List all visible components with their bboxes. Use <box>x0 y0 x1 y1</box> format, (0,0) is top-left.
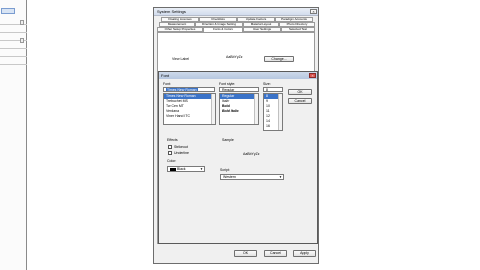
script-label: Script: <box>220 168 230 172</box>
dialog-title: System Settings <box>157 9 186 14</box>
strikeout-label: Strikeout <box>174 145 188 149</box>
sample-label: Sample <box>222 138 234 142</box>
effects-label: Effects <box>167 138 178 142</box>
size-label: Size: <box>263 82 271 86</box>
size-list[interactable]: 8 9 10 11 12 14 16 <box>263 93 283 131</box>
chevron-down-icon: ▼ <box>279 175 282 179</box>
change-button[interactable]: Change... <box>264 56 294 62</box>
underline-label: Underline <box>174 151 189 155</box>
script-select[interactable]: Western ▼ <box>220 174 284 180</box>
underline-checkbox[interactable] <box>168 151 172 155</box>
style-list[interactable]: Regular Italic Bold Bold Italic <box>219 93 259 125</box>
strikeout-checkbox[interactable] <box>168 145 172 149</box>
title-bar: System Settings × <box>154 8 318 16</box>
style-list-scrollbar[interactable] <box>254 94 258 124</box>
font-list-scrollbar[interactable] <box>211 94 215 124</box>
script-value: Western <box>223 175 236 179</box>
cancel-button[interactable]: Cancel <box>264 250 287 257</box>
list-item[interactable]: Viner Hand ITC <box>164 114 215 119</box>
divider <box>0 56 27 57</box>
scroll-arrow-icon[interactable] <box>20 20 24 25</box>
color-swatch <box>170 167 176 171</box>
font-name-field[interactable]: Times New Roman <box>163 87 215 92</box>
font-ok-button[interactable]: OK <box>288 89 312 95</box>
font-title-bar: Font × <box>159 72 317 79</box>
close-icon[interactable]: × <box>309 73 316 78</box>
sample-preview: AaBbYyZz <box>243 152 260 156</box>
size-list-scrollbar[interactable] <box>278 94 282 130</box>
close-icon[interactable]: × <box>310 9 317 14</box>
font-cancel-button[interactable]: Cancel <box>288 98 312 104</box>
font-list[interactable]: Times New Roman Trebuchet MS Tw Cen MT V… <box>163 93 216 125</box>
size-field[interactable]: 8 <box>263 87 283 92</box>
view-label-caption: View Label <box>172 57 190 61</box>
color-label: Color: <box>167 159 177 163</box>
divider <box>0 32 27 33</box>
color-value: Black <box>177 167 186 171</box>
font-dialog-title: Font <box>161 73 170 78</box>
color-select[interactable]: Black ▼ <box>167 166 205 172</box>
background-window <box>0 0 27 270</box>
view-label-sample: AaBbYyZz <box>226 55 243 59</box>
font-dialog: Font × Font: Times New Roman Times New R… <box>158 71 318 244</box>
style-field[interactable]: Regular <box>219 87 259 92</box>
divider <box>0 48 27 49</box>
scroll-arrow-icon[interactable] <box>20 38 24 43</box>
font-label: Font: <box>163 82 171 86</box>
apply-button[interactable]: Apply <box>293 250 316 257</box>
ok-button[interactable]: OK <box>234 250 257 257</box>
divider <box>0 64 27 65</box>
style-label: Font style: <box>219 82 236 86</box>
chevron-down-icon: ▼ <box>200 167 203 171</box>
background-selected-row[interactable] <box>1 8 15 14</box>
list-item[interactable]: Bold Italic <box>220 109 258 114</box>
